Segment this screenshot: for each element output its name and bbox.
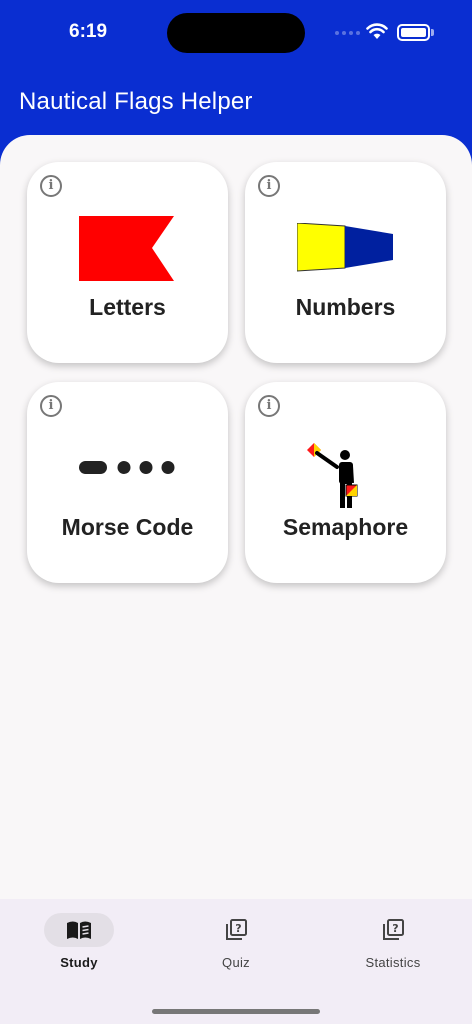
battery-icon: [397, 24, 430, 41]
tab-label: Statistics: [365, 955, 421, 970]
tab-label: Quiz: [222, 955, 250, 970]
info-icon[interactable]: i: [40, 175, 62, 197]
question-cards-icon: ?: [226, 919, 247, 940]
question-cards-icon: ?: [383, 919, 404, 940]
morse-code-card[interactable]: i Morse Code: [27, 382, 228, 583]
tab-quiz[interactable]: ? Quiz: [186, 913, 286, 970]
status-time: 6:19: [69, 21, 108, 42]
card-label: Letters: [89, 294, 166, 320]
main-content: i Letters i Numbers i Morse Code i Semap…: [0, 135, 472, 899]
tab-study[interactable]: Study: [29, 913, 129, 970]
letter-b-flag-icon: [79, 216, 174, 281]
svg-text:?: ?: [392, 922, 398, 935]
semaphore-figure-icon: [307, 443, 358, 508]
semaphore-card[interactable]: i Semaphore: [245, 382, 446, 583]
morse-code-icon: [79, 461, 175, 474]
card-label: Semaphore: [282, 514, 409, 540]
svg-text:?: ?: [235, 922, 241, 935]
book-icon: [67, 921, 91, 939]
wifi-icon: [366, 23, 388, 39]
dynamic-island: [167, 13, 305, 53]
info-icon[interactable]: i: [258, 395, 280, 417]
tab-label: Study: [60, 955, 98, 970]
card-label: Numbers: [295, 294, 396, 320]
info-icon[interactable]: i: [258, 175, 280, 197]
card-label: Morse Code: [61, 514, 194, 540]
numbers-card[interactable]: i Numbers: [245, 162, 446, 363]
cellular-signal-icon: [335, 31, 360, 35]
letters-card[interactable]: i Letters: [27, 162, 228, 363]
page-title: Nautical Flags Helper: [19, 88, 253, 115]
tab-statistics[interactable]: ? Statistics: [343, 913, 443, 970]
numeral-pennant-icon: [297, 223, 393, 272]
tab-bar: Study ? Quiz ? Statistics: [0, 899, 472, 1024]
info-icon[interactable]: i: [40, 395, 62, 417]
home-indicator: [152, 1009, 320, 1014]
